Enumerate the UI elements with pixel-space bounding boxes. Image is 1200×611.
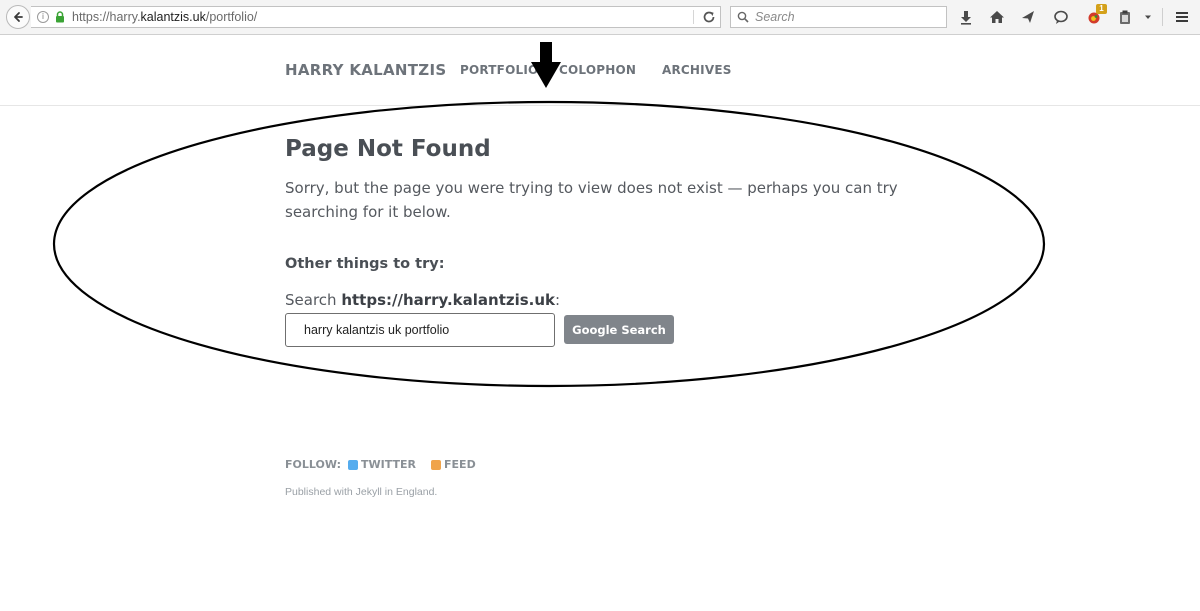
- home-icon[interactable]: [987, 7, 1007, 27]
- google-search-button[interactable]: Google Search: [564, 315, 674, 344]
- search-site-url: https://harry.kalantzis.uk: [341, 291, 556, 309]
- site-header: HARRY KALANTZIS PORTFOLIO COLOPHON ARCHI…: [0, 35, 1200, 106]
- follow-links: FOLLOW: TWITTER FEED: [285, 458, 476, 471]
- google-search-input[interactable]: [285, 313, 555, 347]
- toolbar-divider: [1162, 8, 1163, 26]
- menu-icon[interactable]: [1172, 7, 1192, 27]
- url-text: https://harry.kalantzis.uk/portfolio/: [72, 10, 258, 24]
- nav-portfolio[interactable]: PORTFOLIO: [460, 63, 538, 77]
- info-icon[interactable]: i: [37, 11, 49, 23]
- search-label: Search https://harry.kalantzis.uk:: [285, 291, 561, 309]
- follow-label: FOLLOW:: [285, 458, 342, 471]
- site-title-link[interactable]: HARRY KALANTZIS: [285, 61, 446, 79]
- nav-archives[interactable]: ARCHIVES: [662, 63, 732, 77]
- arrow-left-icon: [14, 12, 23, 22]
- subheading: Other things to try:: [285, 256, 445, 272]
- browser-toolbar: i https://harry.kalantzis.uk/portfolio/: [0, 0, 1200, 35]
- rss-icon: [431, 459, 442, 470]
- chevron-down-icon[interactable]: [1138, 7, 1158, 27]
- send-icon[interactable]: [1018, 7, 1038, 27]
- twitter-icon: [348, 459, 359, 470]
- chat-bubble-icon[interactable]: [1051, 7, 1071, 27]
- browser-search-input[interactable]: [753, 9, 937, 25]
- reload-icon[interactable]: [701, 9, 717, 29]
- nav-colophon[interactable]: COLOPHON: [559, 63, 636, 77]
- page-title: Page Not Found: [285, 136, 491, 162]
- feed-link[interactable]: FEED: [431, 458, 476, 471]
- browser-search-box[interactable]: [730, 6, 947, 28]
- published-note: Published with Jekyll in England.: [285, 486, 438, 498]
- address-bar[interactable]: i https://harry.kalantzis.uk/portfolio/: [31, 6, 721, 28]
- url-separator: [693, 10, 694, 24]
- twitter-label: TWITTER: [361, 458, 417, 471]
- back-button[interactable]: [6, 5, 30, 29]
- feed-label: FEED: [444, 458, 476, 471]
- intro-text: Sorry, but the page you were trying to v…: [285, 179, 898, 221]
- lock-icon[interactable]: [55, 8, 65, 27]
- clipboard-icon[interactable]: [1115, 7, 1135, 27]
- search-icon: [737, 11, 749, 23]
- notification-badge: 1: [1096, 4, 1107, 14]
- twitter-link[interactable]: TWITTER: [348, 458, 416, 471]
- download-icon[interactable]: [956, 7, 976, 27]
